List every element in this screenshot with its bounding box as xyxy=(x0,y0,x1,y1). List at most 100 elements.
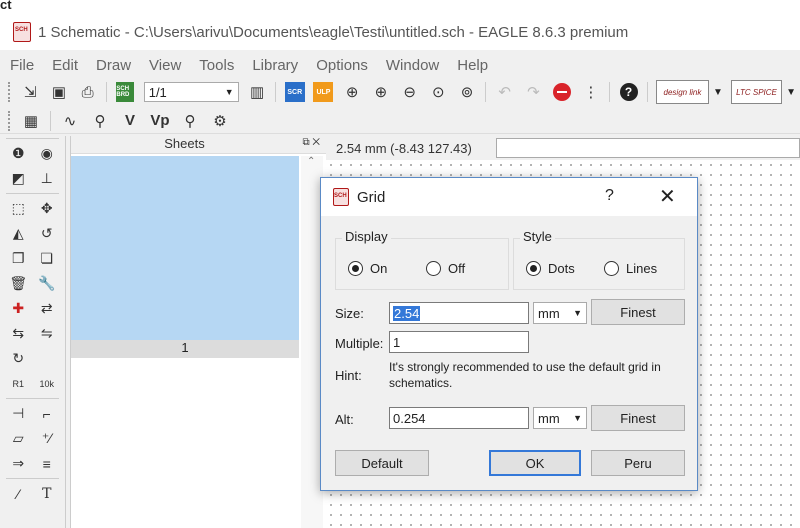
close-icon[interactable]: ✕ xyxy=(659,184,676,209)
wrench-icon[interactable]: 🔧 xyxy=(36,274,58,294)
paste-icon[interactable]: ❏ xyxy=(36,249,58,269)
value-icon[interactable]: 10k xyxy=(36,374,58,394)
size-input[interactable]: 2.54 xyxy=(389,302,529,324)
alt-input[interactable]: 0.254 xyxy=(389,407,529,429)
value-part-button[interactable]: Vp xyxy=(148,110,172,132)
split-icon[interactable]: ⊣ xyxy=(7,404,29,424)
search-icon[interactable]: ⚲ xyxy=(88,110,112,132)
sheet-select-value: 1/1 xyxy=(148,84,167,100)
arrow-right-icon[interactable]: ⇒ xyxy=(7,454,29,474)
alt-finest-button[interactable]: Finest xyxy=(591,405,685,431)
invoke-icon[interactable]: ↻ xyxy=(7,349,29,369)
toolbar-grip[interactable] xyxy=(8,82,12,102)
ltspice-button[interactable]: LTC SPICE xyxy=(730,80,783,104)
menu-window[interactable]: Window xyxy=(376,57,447,74)
window-title: 1 Schematic - C:\Users\arivu\Documents\e… xyxy=(38,23,629,41)
menu-library[interactable]: Library xyxy=(242,57,306,74)
value-button[interactable]: V xyxy=(118,110,142,132)
pin-swap-icon[interactable]: ⇋ xyxy=(36,324,58,344)
menu-options[interactable]: Options xyxy=(306,57,376,74)
text-tool[interactable]: T xyxy=(36,484,58,504)
gate-swap-icon[interactable]: ⇆ xyxy=(7,324,29,344)
toolbar-separator xyxy=(646,82,648,102)
sch-brd-switch-button[interactable]: SCH BRD xyxy=(114,81,137,103)
chevron-up-icon[interactable]: ⌃ xyxy=(307,156,315,167)
save-icon[interactable]: ▣ xyxy=(48,81,71,103)
name-icon[interactable]: R1 xyxy=(7,374,29,394)
mirror-icon[interactable]: ◭ xyxy=(7,224,29,244)
replace-icon[interactable]: ⇄ xyxy=(36,299,58,319)
default-button[interactable]: Default xyxy=(335,450,429,476)
toolbar-separator xyxy=(6,478,59,479)
print-icon[interactable]: ⎙ xyxy=(76,81,99,103)
layers-icon[interactable]: ◩ xyxy=(7,169,29,189)
style-dots-radio[interactable]: Dots xyxy=(526,261,575,276)
go-icon[interactable]: ⋮ xyxy=(580,81,603,103)
help-icon[interactable]: ? xyxy=(605,187,614,205)
zoom-redraw-icon[interactable]: ⊙ xyxy=(427,81,450,103)
chevron-down-icon: ▼ xyxy=(573,308,582,318)
peru-button[interactable]: Peru xyxy=(591,450,685,476)
cam-processor-icon[interactable]: ▥ xyxy=(246,81,269,103)
display-off-radio[interactable]: Off xyxy=(426,261,465,276)
bus-icon[interactable]: ≡ xyxy=(36,454,58,474)
menu-edit[interactable]: Edit xyxy=(42,57,86,74)
zoom-fit-icon[interactable]: ⊕ xyxy=(341,81,364,103)
panel-float-close-icons[interactable]: ⧉ ✕ xyxy=(302,137,320,148)
mark-icon[interactable]: ⊥ xyxy=(36,169,58,189)
eye-icon[interactable]: ◉ xyxy=(36,144,58,164)
gear-icon[interactable]: ⚙ xyxy=(208,110,232,132)
chevron-down-icon[interactable]: ▼ xyxy=(713,87,723,98)
select-icon[interactable]: ⬚ xyxy=(7,199,29,219)
alt-unit-select[interactable]: mm ▼ xyxy=(533,407,587,429)
toolbar-separator xyxy=(50,110,51,131)
size-finest-button[interactable]: Finest xyxy=(591,299,685,325)
move-icon[interactable]: ✥ xyxy=(36,199,58,219)
open-icon[interactable]: ⇲ xyxy=(19,81,42,103)
sheet-thumbnail[interactable] xyxy=(71,156,299,340)
rotate-icon[interactable]: ↺ xyxy=(36,224,58,244)
menu-tools[interactable]: Tools xyxy=(189,57,242,74)
menu-draw[interactable]: Draw xyxy=(86,57,139,74)
size-value: 2.54 xyxy=(393,306,421,321)
size-unit-select[interactable]: mm ▼ xyxy=(533,302,587,324)
command-line-input[interactable] xyxy=(496,138,800,158)
copy-icon[interactable]: ❐ xyxy=(7,249,29,269)
wire-icon[interactable]: ⁄ xyxy=(7,484,29,504)
attribute-icon[interactable]: ⚲ xyxy=(178,110,202,132)
miter-icon[interactable]: ⌐ xyxy=(36,404,58,424)
add-part-icon[interactable]: ✚ xyxy=(7,299,29,319)
undo-icon[interactable]: ↶ xyxy=(493,81,516,103)
menu-file[interactable]: File xyxy=(0,57,42,74)
zoom-in-icon[interactable]: ⊕ xyxy=(370,81,393,103)
sheet-select[interactable]: 1/1 ▼ xyxy=(143,82,239,102)
stop-button[interactable] xyxy=(551,81,574,103)
optimize-icon[interactable]: ▱ xyxy=(7,429,29,449)
toolbar-grip[interactable] xyxy=(8,110,12,131)
top-strip-text: ct xyxy=(0,0,12,12)
zoom-out-icon[interactable]: ⊖ xyxy=(398,81,421,103)
ulp-button[interactable]: ULP xyxy=(312,81,335,103)
grid-icon[interactable]: ▦ xyxy=(19,110,43,132)
toolbar-separator xyxy=(6,193,59,194)
grid-dialog: Grid ? ✕ Display On Off Style Dots Lines… xyxy=(320,177,698,491)
info-icon[interactable]: ❶ xyxy=(7,144,29,164)
chevron-down-icon: ▼ xyxy=(573,413,582,423)
multiple-input[interactable]: 1 xyxy=(389,331,529,353)
zoom-select-icon[interactable]: ⊚ xyxy=(456,81,479,103)
display-group-label: Display xyxy=(342,229,391,244)
display-on-radio[interactable]: On xyxy=(348,261,387,276)
smash-icon[interactable]: ⁺⁄ xyxy=(36,429,58,449)
sheet-number[interactable]: 1 xyxy=(71,340,299,358)
style-lines-radio[interactable]: Lines xyxy=(604,261,657,276)
wave-icon[interactable]: ∿ xyxy=(58,110,82,132)
redo-icon[interactable]: ↷ xyxy=(522,81,545,103)
script-button[interactable]: SCR xyxy=(283,81,306,103)
ok-button[interactable]: OK xyxy=(489,450,581,476)
delete-icon[interactable]: 🗑 xyxy=(7,274,29,294)
menu-help[interactable]: Help xyxy=(447,57,496,74)
help-button[interactable]: ? xyxy=(617,81,640,103)
designlink-button[interactable]: design link xyxy=(655,80,709,104)
chevron-down-icon[interactable]: ▼ xyxy=(786,87,796,98)
menu-view[interactable]: View xyxy=(139,57,189,74)
